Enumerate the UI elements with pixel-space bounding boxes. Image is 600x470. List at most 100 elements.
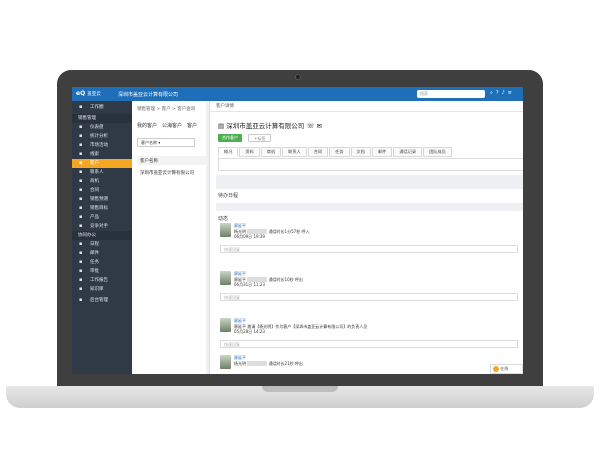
sidebar-item-6[interactable]: ▪ 客户 bbox=[72, 159, 132, 168]
app-screen: eQ 盖亚云 深圳市盖亚云计算有限公司 搜索 ⌕?♪≡ ▪ 工作圈 销售管理 ▪ 仪表盘… bbox=[72, 87, 523, 374]
reply-input[interactable]: 快速回复 bbox=[220, 293, 518, 301]
feed-detail: 通话时长10秒 呼出 bbox=[268, 276, 303, 282]
sidebar-item-21[interactable]: ▪ 后台管理 bbox=[72, 294, 132, 307]
feed-title: 动态 bbox=[218, 216, 229, 222]
feed-item: 廖延平 廖延平 通话时长10秒 呼出 06月31日 11:23 bbox=[220, 271, 303, 288]
sidebar-item-label: 销售预测 bbox=[90, 197, 108, 202]
overview-box bbox=[218, 158, 523, 171]
feed-author[interactable]: 廖延平 bbox=[234, 271, 246, 276]
menu-icon: ▪ bbox=[79, 124, 83, 130]
sidebar-item-11[interactable]: ▪ 销售目标 bbox=[72, 204, 132, 213]
feed-time: 05月28日 14:23 bbox=[234, 329, 265, 334]
sidebar-item-12[interactable]: ▪ 产品 bbox=[72, 213, 132, 222]
feed-text: 廖延平 杨光明 通话时长21秒 呼出 bbox=[234, 355, 303, 366]
sidebar-item-4[interactable]: ▪ 市场活动 bbox=[72, 141, 132, 150]
chat-widget[interactable]: 在线 bbox=[490, 364, 523, 374]
menu-icon: ▪ bbox=[79, 286, 83, 292]
sidebar-item-1[interactable]: 销售管理 bbox=[72, 114, 132, 123]
menu-icon: ▪ bbox=[79, 205, 83, 211]
sidebar-item-label: 市场活动 bbox=[90, 143, 108, 148]
doc-icon: ▤ bbox=[218, 122, 225, 130]
feed-author[interactable]: 廖延平 bbox=[234, 223, 246, 228]
feed-author[interactable]: 廖延平 bbox=[234, 355, 246, 360]
sidebar-item-20[interactable]: ▪ 知识库 bbox=[72, 285, 132, 294]
feed-line: 廖延平 邀请【杨光明】作为客户【深圳市盖亚云计算有限公司】的负责人员 bbox=[234, 323, 368, 329]
tab-1[interactable]: 资料 bbox=[239, 147, 260, 157]
company-name: 深圳市盖亚云计算有限公司 bbox=[118, 92, 179, 98]
menu-icon[interactable]: ≡ bbox=[508, 90, 515, 96]
menu-icon: ▪ bbox=[79, 214, 83, 220]
tab-0[interactable]: 概况 bbox=[218, 147, 239, 157]
sidebar-item-7[interactable]: ▪ 联系人 bbox=[72, 168, 132, 177]
customer-status-button[interactable]: 合作客户 bbox=[218, 134, 242, 142]
reply-input[interactable]: 快速回复 bbox=[220, 340, 518, 348]
reply-input[interactable]: 快速回复 bbox=[220, 245, 518, 253]
avatar bbox=[220, 271, 231, 285]
feed-item: 廖延平 廖延平 邀请【杨光明】作为客户【深圳市盖亚云计算有限公司】的负责人员 05… bbox=[220, 318, 367, 335]
sidebar-item-17[interactable]: ▪ 任务 bbox=[72, 258, 132, 267]
top-bar: eQ 盖亚云 深圳市盖亚云计算有限公司 搜索 ⌕?♪≡ bbox=[72, 87, 523, 101]
mail-icon[interactable]: ✉ bbox=[317, 122, 322, 130]
sidebar-item-9[interactable]: ▪ 合同 bbox=[72, 186, 132, 195]
sidebar-item-label: 销售目标 bbox=[90, 206, 108, 211]
tab-9[interactable]: 团队成员 bbox=[423, 147, 452, 157]
menu-icon: ▪ bbox=[79, 297, 83, 303]
todo-title: 待办日程 bbox=[218, 193, 239, 199]
add-tag-button[interactable]: +标签 bbox=[248, 134, 272, 142]
tab-7[interactable]: 邮件 bbox=[371, 147, 393, 157]
sidebar-item-18[interactable]: ▪ 审批 bbox=[72, 267, 132, 276]
menu-icon: ▪ bbox=[79, 259, 83, 265]
tab-2[interactable]: 商机 bbox=[260, 147, 282, 157]
sidebar-item-2[interactable]: ▪ 仪表盘 bbox=[72, 123, 132, 132]
menu-icon: ▪ bbox=[79, 133, 83, 139]
sidebar-item-label: 销售管理 bbox=[78, 116, 96, 121]
tab-public-customers[interactable]: 公海客户 bbox=[162, 123, 182, 129]
sidebar-item-label: 线索 bbox=[90, 152, 99, 157]
table-row[interactable]: 深圳市盖亚云计算有限公司 bbox=[137, 168, 197, 178]
avatar bbox=[220, 223, 231, 237]
menu-icon: ▪ bbox=[79, 160, 83, 166]
menu-icon: ▪ bbox=[79, 241, 83, 247]
sidebar-item-label: 工作圈 bbox=[90, 105, 104, 110]
sidebar-item-19[interactable]: ▪ 工作报告 bbox=[72, 276, 132, 285]
sidebar-item-label: 邮件 bbox=[90, 251, 99, 256]
feed-line: 杨光明 bbox=[234, 228, 246, 234]
breadcrumb: 销售管理 > 客户 > 客户查询 bbox=[137, 107, 196, 112]
sidebar-item-0[interactable]: ▪ 工作圈 bbox=[72, 101, 132, 114]
sidebar-item-label: 后台管理 bbox=[90, 298, 108, 303]
sidebar-item-label: 工作报告 bbox=[90, 278, 108, 283]
tab-8[interactable]: 通话记录 bbox=[393, 147, 423, 157]
sidebar-item-3[interactable]: ▪ 统计分析 bbox=[72, 132, 132, 141]
tab-my-customers[interactable]: 我的客户 bbox=[137, 123, 157, 129]
sidebar-item-5[interactable]: ▪ 线索 bbox=[72, 150, 132, 159]
tab-customers[interactable]: 客户 bbox=[187, 123, 197, 129]
feed-author[interactable]: 廖延平 bbox=[234, 318, 246, 323]
avatar bbox=[220, 318, 231, 332]
feed-time: 06月09日 19:39 bbox=[234, 234, 265, 239]
tab-3[interactable]: 联系人 bbox=[282, 147, 307, 157]
menu-icon: ▪ bbox=[79, 187, 83, 193]
tab-6[interactable]: 文档 bbox=[350, 147, 371, 157]
sidebar-item-label: 日程 bbox=[90, 242, 99, 247]
redacted-bar bbox=[247, 361, 268, 366]
avatar bbox=[220, 355, 231, 369]
filter-select[interactable]: 客户名称 ▾ bbox=[137, 138, 195, 147]
sidebar-item-label: 知识库 bbox=[90, 287, 104, 292]
sidebar-item-label: 客户 bbox=[90, 161, 99, 166]
sidebar-item-8[interactable]: ▪ 商机 bbox=[72, 177, 132, 186]
sidebar-item-15[interactable]: ▪ 日程 bbox=[72, 240, 132, 249]
sidebar-item-16[interactable]: ▪ 邮件 bbox=[72, 249, 132, 258]
chat-icon bbox=[493, 366, 499, 372]
app-logo[interactable]: eQ 盖亚云 bbox=[76, 90, 101, 97]
sidebar-item-label: 商机 bbox=[90, 179, 99, 184]
tab-4[interactable]: 合同 bbox=[307, 147, 329, 157]
sidebar-item-13[interactable]: ▪ 竞争对手 bbox=[72, 222, 132, 231]
feed-line: 廖延平 bbox=[234, 276, 246, 282]
sidebar-item-10[interactable]: ▪ 销售预测 bbox=[72, 195, 132, 204]
phone-icon[interactable]: ☏ bbox=[306, 122, 314, 130]
tab-5[interactable]: 任务 bbox=[329, 147, 350, 157]
sidebar-item-14[interactable]: 协同办公 bbox=[72, 231, 132, 240]
menu-icon: ▪ bbox=[79, 268, 83, 274]
search-input[interactable]: 搜索 bbox=[417, 90, 485, 98]
laptop-notch bbox=[262, 386, 338, 392]
